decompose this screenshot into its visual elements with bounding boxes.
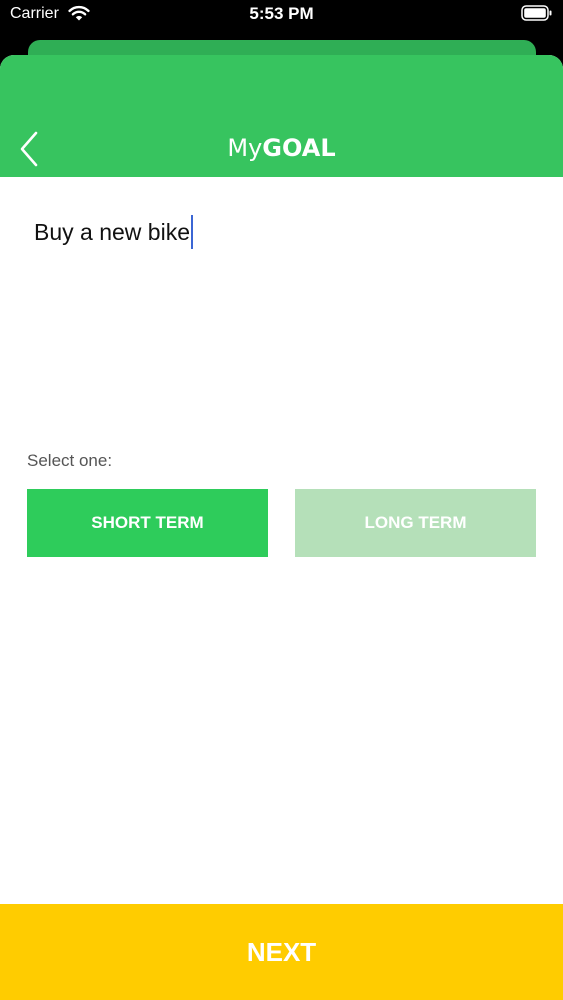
page-title: MyGOAL <box>0 133 563 163</box>
goal-text-field[interactable]: Buy a new bike <box>34 215 193 249</box>
page-title-prefix: My <box>227 134 263 162</box>
goal-sheet: MyGOAL Buy a new bike Select one: SHORT … <box>0 55 563 1000</box>
page-title-emphasis: GOAL <box>262 134 336 162</box>
select-one-label: Select one: <box>27 451 113 470</box>
text-cursor <box>190 215 193 249</box>
long-term-button[interactable]: LONG TERM <box>295 489 536 557</box>
goal-text-value: Buy a new bike <box>34 219 190 245</box>
next-button[interactable]: NEXT <box>0 904 563 1000</box>
nav-header: MyGOAL <box>0 55 563 177</box>
battery-icon <box>521 5 552 21</box>
clock: 5:53 PM <box>249 4 314 23</box>
short-term-button[interactable]: SHORT TERM <box>27 489 268 557</box>
status-bar: Carrier 5:53 PM <box>0 0 563 30</box>
